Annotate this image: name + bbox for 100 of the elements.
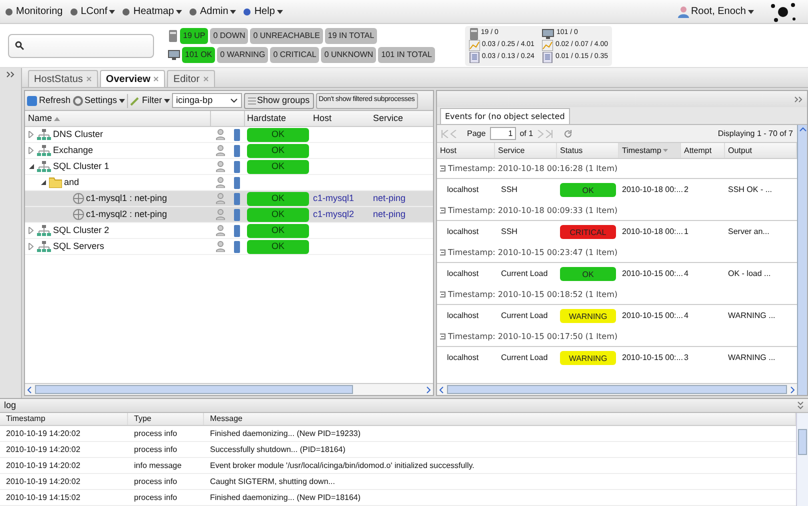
column-header[interactable]: Service	[498, 144, 525, 156]
vertical-scrollbar[interactable]	[797, 125, 807, 395]
node-name: c1-mysql1 : net-ping	[86, 192, 168, 205]
event-row[interactable]: localhost SSH OK 2010-10-18 00:...2 SSH OK - ...	[437, 179, 797, 201]
log-cell-text: 2010-10-19 14:20:02	[5, 460, 82, 472]
summary-chip[interactable]: 0 CRITICAL	[270, 47, 320, 63]
bar-icon	[234, 144, 240, 156]
collapse-group-icon[interactable]	[440, 207, 446, 214]
summary-chip[interactable]: 19 UP	[180, 28, 208, 44]
host-link[interactable]: c1-mysql2	[313, 208, 354, 219]
collapse-icon[interactable]	[797, 401, 804, 410]
tree-row[interactable]: SQL Servers OK	[25, 239, 433, 255]
column-header[interactable]: Host	[440, 144, 456, 156]
column-header[interactable]: Hardstate	[247, 112, 286, 123]
collapsed-triangle-icon[interactable]	[28, 147, 35, 154]
event-row[interactable]: localhost Current Load OK 2010-10-15 00:...4 OK - load ...	[437, 263, 797, 285]
collapse-group-icon[interactable]	[440, 165, 446, 172]
service-link[interactable]: net-ping	[373, 192, 406, 203]
search-field[interactable]	[8, 34, 154, 58]
event-row[interactable]: localhost SSH CRITICAL 2010-10-18 00:...1 Server an...	[437, 221, 797, 243]
person-icon	[216, 193, 224, 204]
service-cell-text: SSH	[500, 226, 518, 238]
column-header[interactable]: Status	[560, 144, 583, 156]
menu-item[interactable]: Admin	[188, 4, 236, 19]
summary-chip[interactable]: 101 IN TOTAL	[378, 47, 435, 63]
menu-item[interactable]: Heatmap	[121, 4, 182, 19]
globe-icon	[73, 209, 84, 220]
column-header[interactable]: Timestamp	[6, 413, 46, 425]
summary-chip[interactable]: 101 OK	[182, 47, 216, 63]
column-header[interactable]: Type	[134, 413, 152, 425]
caret-icon	[119, 98, 126, 102]
service-cell-text: Current Load	[500, 310, 549, 322]
collapse-icon[interactable]	[794, 96, 803, 102]
collapsed-triangle-icon[interactable]	[28, 227, 35, 234]
collapsed-triangle-icon[interactable]	[28, 243, 35, 250]
network-icon	[37, 161, 51, 172]
column-header[interactable]: Host	[313, 112, 332, 123]
expanded-triangle-icon[interactable]	[28, 163, 35, 170]
collapse-group-icon[interactable]	[440, 249, 446, 256]
summary-chip[interactable]: 0 UNREACHABLE	[250, 28, 323, 44]
scroll-up-icon[interactable]	[798, 125, 806, 133]
summary-chip[interactable]: 0 DOWN	[210, 28, 248, 44]
collapse-group-icon[interactable]	[440, 333, 446, 340]
horizontal-scrollbar[interactable]	[25, 383, 433, 395]
events-tab[interactable]: Events for (no object selected	[440, 108, 570, 124]
tree-row[interactable]: and	[25, 175, 433, 191]
column-header[interactable]: Name	[28, 112, 52, 126]
log-cell-text: process info	[133, 476, 178, 488]
person-icon	[216, 177, 224, 188]
filter-button[interactable]: Filter	[130, 94, 170, 108]
caret-icon	[276, 10, 283, 14]
tab[interactable]: Editor	[167, 70, 215, 87]
tree-row[interactable]: DNS Cluster OK	[25, 127, 433, 143]
column-header[interactable]: Output	[728, 144, 752, 156]
output-cell-text: OK - load ...	[727, 268, 772, 280]
log-cell-text: process info	[133, 444, 178, 456]
expand-icon[interactable]	[6, 71, 15, 78]
close-icon[interactable]	[86, 76, 92, 82]
filter-combo[interactable]: icinga-bp	[172, 93, 242, 108]
event-row[interactable]: localhost Current Load WARNING 2010-10-15 00:...4 WARNING ...	[437, 305, 797, 327]
menu-item[interactable]: Help	[242, 4, 283, 19]
page-field[interactable]: 1	[490, 127, 516, 140]
bar-icon	[234, 240, 240, 252]
tree-row[interactable]: Exchange OK	[25, 143, 433, 159]
close-icon[interactable]	[202, 76, 209, 82]
column-header[interactable]: Message	[210, 413, 242, 425]
service-link[interactable]: net-ping	[373, 208, 406, 219]
close-icon[interactable]	[153, 76, 160, 82]
menu-item[interactable]: LConf	[68, 4, 116, 19]
column-header[interactable]: Service	[373, 112, 404, 123]
event-row[interactable]: localhost Current Load WARNING 2010-10-15 00:...3 WARNING ...	[437, 347, 797, 369]
tree-row[interactable]: SQL Cluster 2 OK	[25, 223, 433, 239]
collapsed-triangle-icon[interactable]	[28, 131, 35, 138]
summary-chip[interactable]: 19 IN TOTAL	[324, 28, 378, 44]
tab[interactable]: Overview	[100, 70, 166, 87]
summary-chip[interactable]: 0 UNKNOWN	[321, 47, 376, 63]
host-link[interactable]: c1-mysql1	[313, 192, 354, 203]
output-cell-text: Server an...	[727, 226, 770, 238]
column-header[interactable]: Attempt	[684, 144, 712, 156]
user-icon	[678, 6, 689, 18]
tree-row[interactable]: c1-mysql2 : net-ping OK c1-mysql2 net-ping	[25, 207, 433, 223]
user-menu[interactable]: Root, Enoch	[678, 4, 754, 19]
collapse-group-icon[interactable]	[440, 291, 446, 298]
settings-button[interactable]: Settings	[72, 94, 126, 108]
hardstate-badge: OK	[247, 240, 309, 254]
group-title: Timestamp: 2010-10-15 00:17:50 (1 Item)	[448, 330, 618, 342]
person-icon	[216, 209, 224, 220]
tree-row[interactable]: c1-mysql1 : net-ping OK c1-mysql1 net-ping	[25, 191, 433, 207]
show-groups-button[interactable]: Show groups	[244, 92, 314, 108]
sort-descending-icon	[663, 149, 668, 152]
expanded-triangle-icon[interactable]	[40, 179, 47, 186]
tree-row[interactable]: SQL Cluster 1 OK	[25, 159, 433, 175]
summary-chip[interactable]: 0 WARNING	[217, 47, 268, 63]
log-cell-text: process info	[133, 492, 178, 504]
log-cell-text: 2010-10-19 14:20:02	[5, 444, 82, 456]
vertical-scrollbar[interactable]	[796, 413, 808, 506]
refresh-button[interactable]: Refresh	[27, 94, 71, 108]
horizontal-scrollbar[interactable]	[437, 383, 797, 395]
menu-item[interactable]: Monitoring	[4, 4, 63, 19]
tab[interactable]: HostStatus	[28, 70, 98, 87]
